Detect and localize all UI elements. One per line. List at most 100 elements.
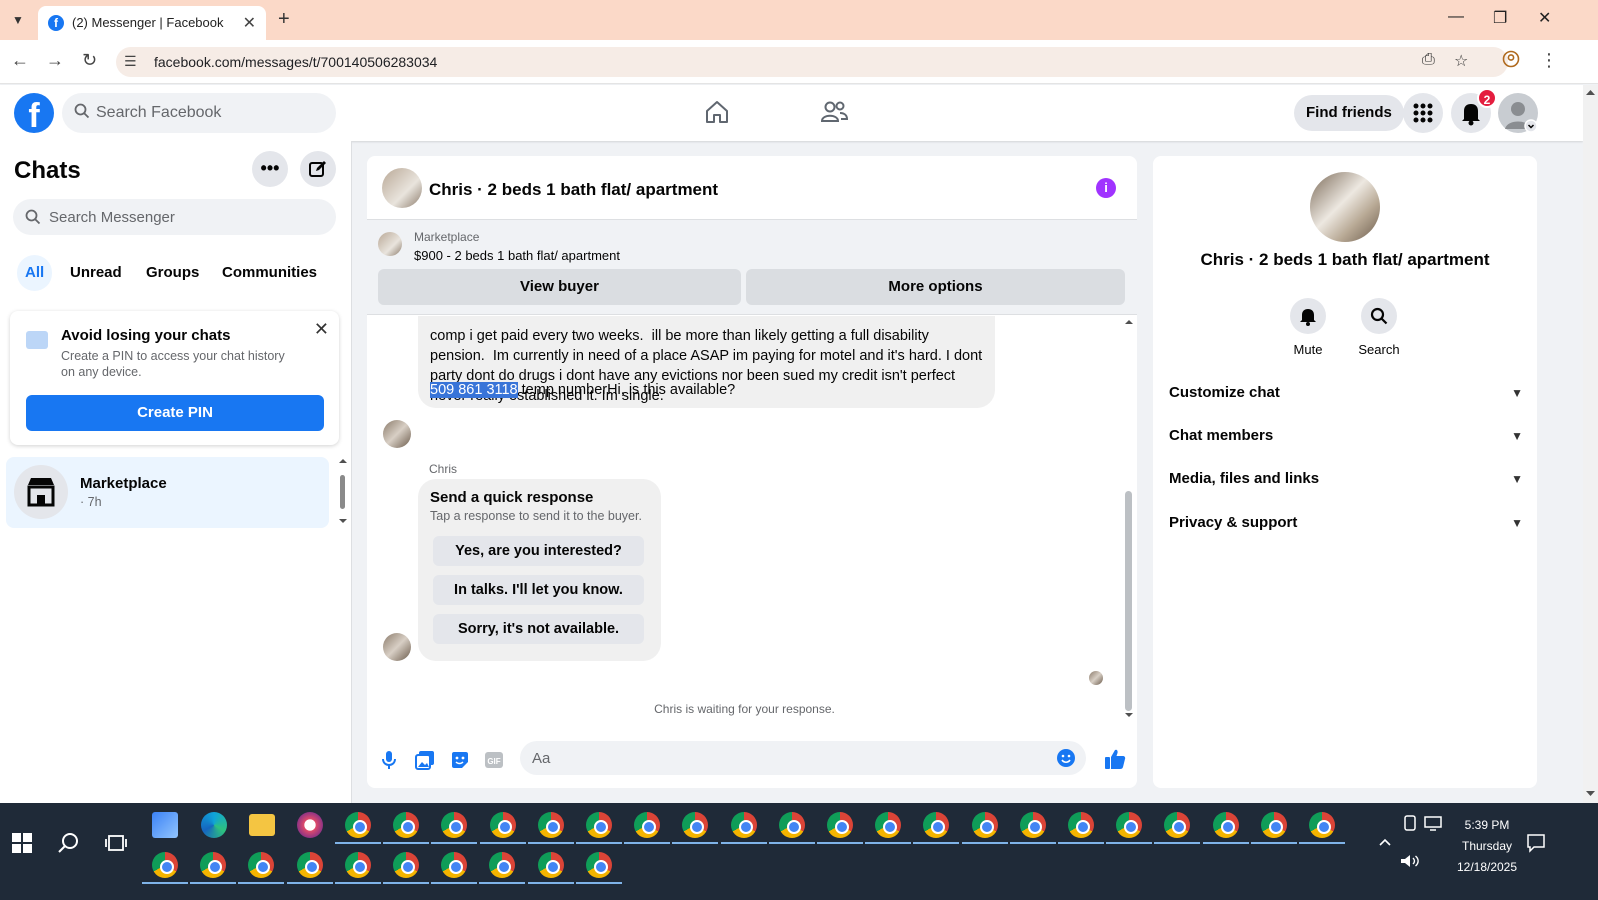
new-message-button[interactable] <box>300 151 336 187</box>
incoming-message-bubble[interactable]: comp i get paid every two weeks. ill be … <box>418 316 995 408</box>
windows-start-icon[interactable] <box>12 833 32 853</box>
window-close-icon[interactable]: ✕ <box>1538 8 1551 28</box>
chrome-window-icon[interactable] <box>489 852 516 878</box>
chrome-window-icon[interactable] <box>730 812 757 838</box>
new-tab-icon[interactable]: + <box>278 8 290 31</box>
search-in-chat-button[interactable]: Search <box>1349 298 1409 357</box>
sticker-icon[interactable] <box>450 750 470 775</box>
chrome-window-icon[interactable] <box>393 812 420 838</box>
chrome-window-icon[interactable] <box>200 852 227 878</box>
tab-list-dropdown-icon[interactable]: ▼ <box>8 10 28 30</box>
file-app-icon[interactable] <box>152 812 178 838</box>
chrome-window-icon[interactable] <box>971 812 998 838</box>
chrome-window-icon[interactable] <box>586 812 612 838</box>
chrome-window-icon[interactable] <box>1116 812 1143 838</box>
restore-icon[interactable]: ❐ <box>1493 8 1507 28</box>
privacy-support-section[interactable]: Privacy & support ▼ <box>1169 508 1523 538</box>
chrome-window-icon[interactable] <box>248 852 275 878</box>
reload-icon[interactable]: ↻ <box>82 50 97 71</box>
gif-icon[interactable]: GIF <box>484 750 504 775</box>
chrome-window-icon[interactable] <box>441 852 468 878</box>
close-icon[interactable]: ✕ <box>314 319 329 340</box>
facebook-logo-icon[interactable]: f <box>14 93 54 133</box>
chrome-window-icon[interactable] <box>1212 812 1239 838</box>
browser-tab-active[interactable]: f (2) Messenger | Facebook ✕ <box>38 6 266 40</box>
chrome-window-icon[interactable] <box>152 852 178 878</box>
menu-grid-button[interactable] <box>1403 93 1443 133</box>
messenger-search-input[interactable]: Search Messenger <box>13 199 336 235</box>
quick-response-option[interactable]: Yes, are you interested? <box>433 536 644 566</box>
create-pin-button[interactable]: Create PIN <box>26 395 324 431</box>
chrome-window-icon[interactable] <box>441 812 468 838</box>
more-options-button[interactable]: More options <box>746 269 1125 305</box>
notification-center-icon[interactable] <box>1526 833 1546 853</box>
view-buyer-button[interactable]: View buyer <box>378 269 741 305</box>
messages-scroll-thumb[interactable] <box>1125 491 1132 711</box>
device-status-icon[interactable] <box>1402 815 1418 831</box>
details-avatar[interactable] <box>1310 172 1380 242</box>
chats-options-button[interactable]: ••• <box>252 151 288 187</box>
message-input[interactable]: Aa <box>520 741 1086 775</box>
account-avatar[interactable] <box>1498 93 1538 133</box>
filter-unread[interactable]: Unread <box>70 255 122 291</box>
microphone-icon[interactable] <box>381 750 397 775</box>
customize-chat-section[interactable]: Customize chat ▼ <box>1169 378 1523 408</box>
photo-icon[interactable] <box>415 750 435 775</box>
mute-button[interactable]: Mute <box>1278 298 1338 357</box>
network-icon[interactable] <box>1424 815 1442 831</box>
profile-icon[interactable] <box>1502 50 1520 73</box>
install-app-icon[interactable]: ⎙ <box>1422 51 1435 69</box>
chrome-window-icon[interactable] <box>1019 812 1046 838</box>
chrome-window-icon[interactable] <box>682 812 709 838</box>
chrome-window-icon[interactable] <box>1309 812 1335 838</box>
chrome-window-icon[interactable] <box>345 812 371 838</box>
chrome-menu-icon[interactable]: ⋮ <box>1540 50 1558 71</box>
tab-close-icon[interactable]: ✕ <box>243 13 256 33</box>
chrome-window-icon[interactable] <box>634 812 661 838</box>
chrome-window-icon[interactable] <box>875 812 902 838</box>
chrome-window-icon[interactable] <box>296 852 323 878</box>
page-scrollbar[interactable] <box>1583 85 1598 803</box>
task-view-icon[interactable] <box>105 833 127 853</box>
chrome-window-icon[interactable] <box>489 812 516 838</box>
chrome-window-icon[interactable] <box>537 852 564 878</box>
back-icon[interactable]: ← <box>11 50 29 71</box>
chrome-window-icon[interactable] <box>923 812 950 838</box>
taskbar-search-icon[interactable] <box>57 831 81 855</box>
chrome-window-icon[interactable] <box>537 812 564 838</box>
chrome-window-icon[interactable] <box>1068 812 1094 838</box>
like-thumb-icon[interactable] <box>1104 748 1126 775</box>
quick-response-option[interactable]: In talks. I'll let you know. <box>433 575 644 605</box>
conversation-item-marketplace[interactable]: Marketplace · 7h <box>6 457 329 528</box>
filter-all[interactable]: All <box>17 255 53 291</box>
volume-icon[interactable] <box>1400 853 1420 869</box>
paint-app-icon[interactable] <box>297 812 323 838</box>
bookmark-star-icon[interactable]: ☆ <box>1454 51 1468 71</box>
quick-response-option[interactable]: Sorry, it's not available. <box>433 614 644 644</box>
chrome-window-icon[interactable] <box>778 812 805 838</box>
edge-icon[interactable] <box>201 812 227 838</box>
chrome-window-icon[interactable] <box>585 852 612 878</box>
chat-members-section[interactable]: Chat members ▼ <box>1169 421 1523 451</box>
omnibox[interactable]: ☰ facebook.com/messages/t/70014050628303… <box>116 47 1508 77</box>
sidebar-scrollbar[interactable] <box>336 457 350 527</box>
chrome-window-icon[interactable] <box>393 852 419 878</box>
site-info-icon[interactable]: ☰ <box>124 53 137 70</box>
chrome-window-icon[interactable] <box>827 812 853 838</box>
friends-icon[interactable] <box>820 99 849 130</box>
chrome-window-icon[interactable] <box>1164 812 1191 838</box>
facebook-search-input[interactable]: Search Facebook <box>62 93 336 133</box>
emoji-icon[interactable] <box>1056 748 1076 768</box>
system-clock[interactable]: 5:39 PM Thursday 12/18/2025 <box>1442 815 1532 878</box>
file-explorer-icon[interactable] <box>249 814 275 836</box>
info-icon[interactable]: i <box>1096 178 1116 198</box>
media-files-links-section[interactable]: Media, files and links ▼ <box>1169 464 1523 494</box>
chat-avatar[interactable] <box>382 168 422 208</box>
home-icon[interactable] <box>704 99 730 130</box>
url-text[interactable]: facebook.com/messages/t/700140506283034 <box>154 54 437 70</box>
find-friends-button[interactable]: Find friends <box>1294 95 1404 131</box>
minimize-icon[interactable]: — <box>1448 8 1464 26</box>
listing-title[interactable]: $900 - 2 beds 1 bath flat/ apartment <box>414 248 620 263</box>
chrome-window-icon[interactable] <box>344 852 371 878</box>
sender-avatar[interactable] <box>383 420 411 448</box>
